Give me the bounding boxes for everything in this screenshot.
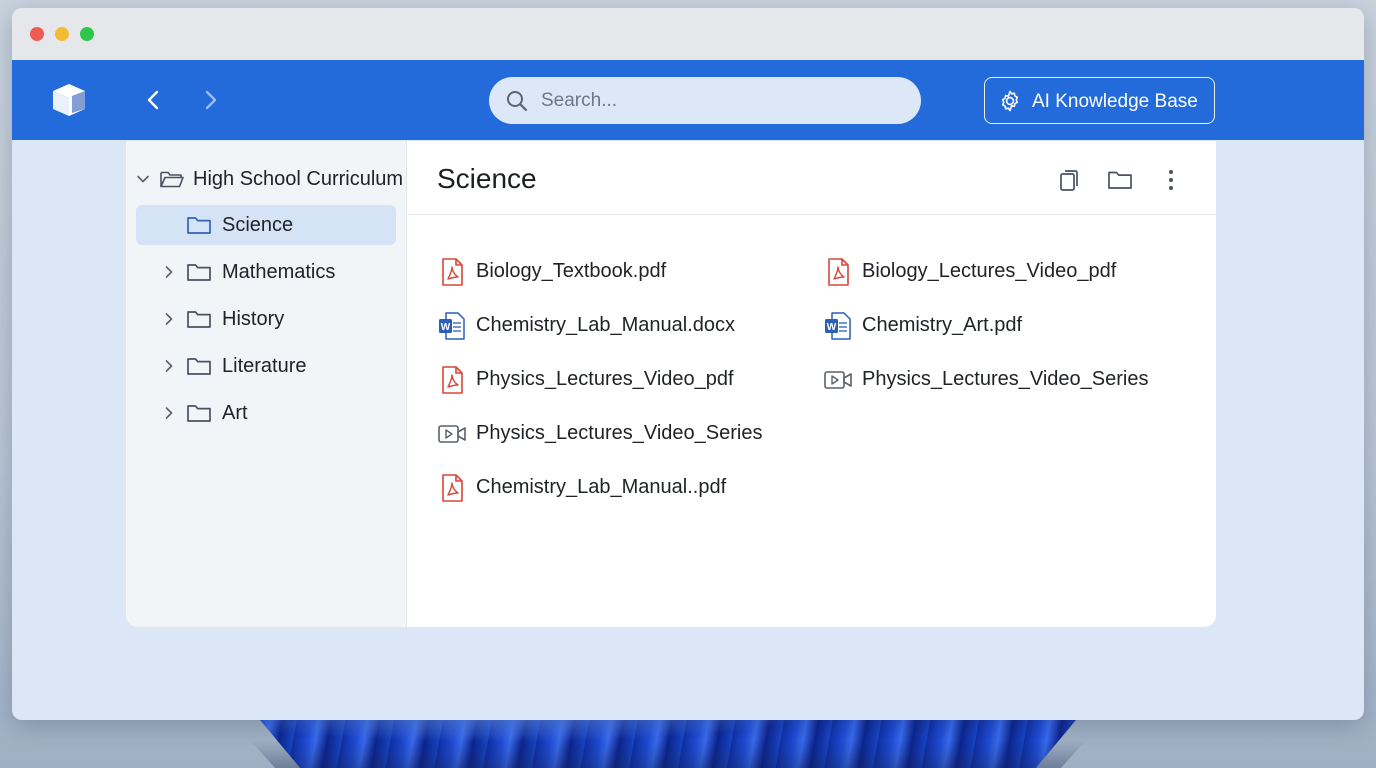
chevron-right-icon[interactable] (162, 359, 176, 373)
folder-content: Science Biology_Textbook.pdf Biology_Lec… (408, 141, 1216, 627)
sidebar-item-art[interactable]: Art (136, 393, 396, 433)
file-name: Physics_Lectures_Video_pdf (476, 368, 734, 390)
folder-icon (187, 405, 211, 422)
file-name: Chemistry_Art.pdf (862, 314, 1023, 336)
search-bar[interactable] (489, 77, 921, 124)
file-item[interactable]: W Chemistry_Lab_Manual.docx (438, 307, 808, 343)
gear-icon (1001, 90, 1019, 112)
search-input[interactable] (541, 85, 901, 116)
sidebar-item-label: History (222, 308, 285, 330)
chevron-right-icon[interactable] (162, 265, 176, 279)
folder-icon (187, 311, 211, 328)
copy-icon[interactable] (1056, 167, 1082, 193)
app-toolbar: AI Knowledge Base (12, 60, 1364, 140)
word-icon: W (439, 312, 465, 340)
file-item[interactable]: W Chemistry_Art.pdf (824, 307, 1194, 343)
desktop-wallpaper-shade (250, 740, 1086, 768)
folder-tree: High School Curriculum Science Mathemati… (126, 141, 407, 627)
file-name: Chemistry_Lab_Manual.docx (476, 314, 736, 336)
tree-root-high-school-curriculum[interactable]: High School Curriculum (126, 163, 407, 195)
folder-icon (187, 217, 211, 234)
pdf-icon (442, 258, 463, 286)
svg-text:W: W (441, 322, 451, 333)
file-name: Physics_Lectures_Video_Series (862, 368, 1149, 390)
chevron-right-icon[interactable] (162, 406, 176, 420)
video-icon (824, 371, 852, 389)
sidebar-item-label: Literature (222, 355, 307, 377)
sidebar-item-label: Art (222, 402, 248, 424)
svg-text:W: W (827, 322, 837, 333)
file-name: Biology_Textbook.pdf (476, 260, 667, 282)
folder-icon[interactable] (1107, 167, 1133, 193)
folder-open-icon (160, 171, 184, 188)
content-header: Science (408, 141, 1216, 215)
app-window: AI Knowledge Base High School Curriculum… (12, 8, 1364, 720)
folder-icon (187, 358, 211, 375)
file-item[interactable]: Physics_Lectures_Video_Series (824, 361, 1194, 397)
chevron-down-icon[interactable] (136, 172, 150, 186)
tree-root-label: High School Curriculum (193, 168, 404, 190)
video-icon (438, 425, 466, 443)
chevron-right-icon[interactable] (162, 312, 176, 326)
search-icon (507, 91, 528, 112)
sidebar-item-science[interactable]: Science (136, 205, 396, 245)
pdf-icon (828, 258, 849, 286)
file-name: Physics_Lectures_Video_Series (476, 422, 763, 444)
more-vertical-icon[interactable] (1158, 167, 1184, 193)
file-item[interactable]: Chemistry_Lab_Manual..pdf (438, 469, 808, 505)
file-item[interactable]: Biology_Textbook.pdf (438, 253, 808, 289)
file-item[interactable]: Physics_Lectures_Video_pdf (438, 361, 808, 397)
sidebar-item-literature[interactable]: Literature (136, 346, 396, 386)
sidebar-item-mathematics[interactable]: Mathematics (136, 252, 396, 292)
ai-knowledge-base-button[interactable]: AI Knowledge Base (984, 77, 1215, 124)
app-logo-icon (53, 84, 85, 116)
file-name: Chemistry_Lab_Manual..pdf (476, 476, 727, 498)
maximize-window-button[interactable] (80, 27, 94, 41)
pdf-icon (442, 366, 463, 394)
title-bar (12, 8, 1364, 60)
pdf-icon (442, 474, 463, 502)
folder-icon (187, 264, 211, 281)
page-title: Science (437, 163, 537, 194)
word-icon: W (825, 312, 851, 340)
file-browser-panel: High School Curriculum Science Mathemati… (126, 141, 1216, 627)
file-item[interactable]: Physics_Lectures_Video_Series (438, 415, 808, 451)
file-item[interactable]: Biology_Lectures_Video_pdf (824, 253, 1194, 289)
back-arrow-icon[interactable] (142, 88, 166, 112)
minimize-window-button[interactable] (55, 27, 69, 41)
sidebar-item-label: Mathematics (222, 261, 336, 283)
ai-knowledge-base-label: AI Knowledge Base (1032, 91, 1198, 112)
sidebar-item-history[interactable]: History (136, 299, 396, 339)
forward-arrow-icon[interactable] (198, 88, 222, 112)
sidebar-item-label: Science (222, 214, 294, 236)
close-window-button[interactable] (30, 27, 44, 41)
file-name: Biology_Lectures_Video_pdf (862, 260, 1117, 282)
